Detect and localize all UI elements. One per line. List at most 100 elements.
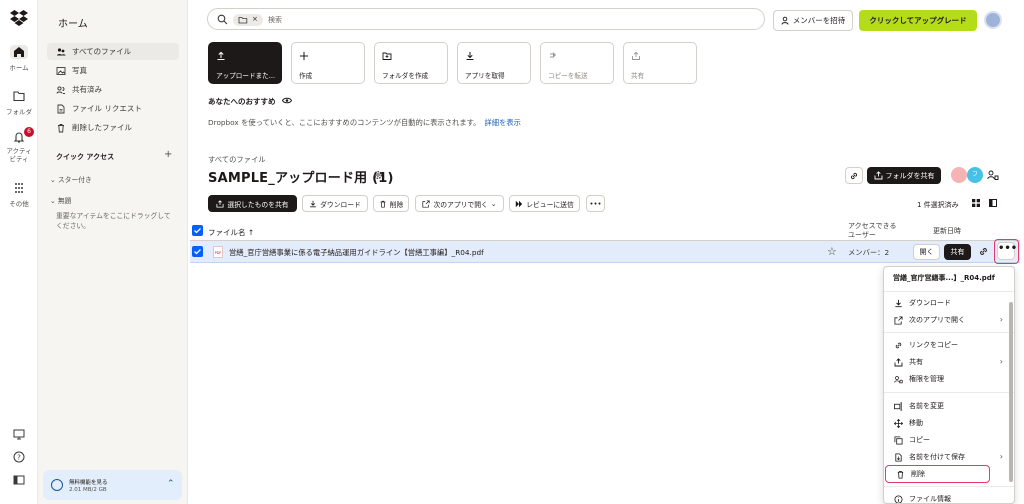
menu-item-share[interactable]: 共有 ›	[884, 354, 1009, 370]
send-review-label: レビューに送信	[526, 200, 574, 209]
open-with-button[interactable]: 次のアプリで開く ⌄	[415, 195, 504, 212]
menu-item-label: コピー	[909, 436, 930, 444]
upload-icon	[216, 51, 226, 61]
selected-count: 1 件選択済み	[917, 201, 959, 209]
gear-icon[interactable]	[373, 170, 383, 180]
sidebar-item-file-requests[interactable]: ファイル リクエスト	[47, 100, 179, 117]
menu-item-delete[interactable]: 削除	[885, 465, 990, 483]
open-external-icon	[894, 315, 903, 325]
storage-card[interactable]: 無料機能を見る 2.01 MB/2 GB ⌃	[43, 470, 182, 500]
menu-item-label: 削除	[911, 470, 925, 478]
avatar[interactable]	[984, 11, 1002, 29]
share-selected-button[interactable]: 選択したものを共有	[208, 195, 297, 212]
table-row[interactable]: PDF 営繕_官庁営繕事業に係る電子納品運用ガイドライン【営繕工事編】_R04.…	[190, 241, 1020, 263]
rail-item-activity[interactable]: 6 アクティビティ	[0, 127, 38, 163]
move-icon	[894, 418, 903, 428]
send-review-button[interactable]: レビューに送信	[509, 195, 580, 212]
menu-item-file-info[interactable]: ファイル情報	[884, 491, 1009, 503]
transfer-card[interactable]: コピーを転送	[540, 42, 614, 84]
desktop-icon[interactable]	[12, 427, 26, 441]
menu-item-download[interactable]: ダウンロード	[884, 295, 1009, 311]
review-icon	[515, 200, 523, 208]
sidebar-title: ホーム	[58, 19, 88, 30]
rail-item-home[interactable]: ホーム	[0, 45, 38, 72]
upgrade-button[interactable]: クリックしてアップグレード	[859, 10, 977, 31]
more-actions-button[interactable]: •••	[586, 195, 605, 212]
row-share-button[interactable]: 共有	[944, 244, 971, 260]
rail-label: フォルダ	[6, 108, 32, 116]
dropbox-logo[interactable]	[10, 10, 28, 28]
column-header-name[interactable]: ファイル名 ↑	[208, 227, 254, 238]
download-button[interactable]: ダウンロード	[302, 195, 368, 212]
dropbox-app: ホーム フォルダ 6 アクティビティ その他 ? ホーム すべてのファイル 写真	[0, 0, 1024, 504]
rail-label: その他	[9, 200, 29, 208]
starred-section[interactable]: ⌄ スター付き	[50, 174, 92, 184]
search-icon	[217, 14, 228, 25]
sidebar-item-all-files[interactable]: すべてのファイル	[47, 43, 179, 60]
plus-icon	[299, 51, 309, 61]
search-bar[interactable]: × 検索	[207, 8, 765, 30]
share-card[interactable]: 共有	[623, 42, 697, 84]
row-checkbox[interactable]	[192, 246, 203, 257]
sidebar-toggle-icon[interactable]	[12, 473, 26, 487]
context-menu: 営繕_官庁営繕事...】_R04.pdf ダウンロード 次のアプリで開く › リ…	[883, 266, 1015, 504]
sidebar-item-shared[interactable]: 共有済み	[47, 81, 179, 98]
select-all-checkbox[interactable]	[192, 225, 203, 236]
menu-scrollbar[interactable]	[1009, 302, 1013, 482]
untitled-section[interactable]: ⌄ 無題	[50, 195, 71, 205]
rail-item-more[interactable]: その他	[0, 181, 38, 208]
quick-access-heading: クイック アクセス	[56, 153, 115, 161]
invite-members-button[interactable]: メンバーを招待	[773, 10, 853, 31]
open-button[interactable]: 開く	[913, 244, 940, 260]
get-app-card[interactable]: アプリを取得	[457, 42, 531, 84]
folder-icon	[10, 89, 28, 103]
help-icon[interactable]: ?	[12, 450, 26, 464]
file-name[interactable]: 営繕_官庁営繕事業に係る電子納品運用ガイドライン【営繕工事編】_R04.pdf	[229, 248, 484, 258]
menu-item-save-as[interactable]: 名前を付けて保存 ›	[884, 449, 1009, 465]
menu-item-copy-link[interactable]: リンクをコピー	[884, 337, 1009, 353]
menu-item-open-with[interactable]: 次のアプリで開く ›	[884, 312, 1009, 328]
sidebar-item-deleted[interactable]: 削除したファイル	[47, 119, 179, 136]
create-card[interactable]: 作成	[291, 42, 365, 84]
column-header-updated[interactable]: 更新日時	[933, 226, 961, 236]
chevron-up-icon[interactable]: ⌃	[167, 479, 175, 489]
details-link[interactable]: 詳細を表示	[484, 118, 520, 127]
star-icon[interactable]: ☆	[827, 245, 837, 258]
menu-item-label: 次のアプリで開く	[909, 316, 965, 324]
chip-close-icon[interactable]: ×	[252, 15, 258, 23]
search-scope-chip[interactable]: ×	[233, 14, 263, 26]
more-highlight: •••	[994, 239, 1019, 264]
files-icon	[56, 47, 66, 57]
invite-label: メンバーを招待	[792, 16, 846, 25]
create-folder-card[interactable]: フォルダを作成	[374, 42, 448, 84]
share-folder-button[interactable]: フォルダを共有	[867, 167, 941, 184]
sidebar-item-label: すべてのファイル	[72, 47, 132, 56]
open-with-label: 次のアプリで開く	[433, 200, 488, 209]
search-input[interactable]: 検索	[268, 15, 282, 25]
menu-item-label: ファイル情報	[909, 495, 951, 503]
menu-item-manage-access[interactable]: 権限を管理	[884, 371, 1009, 387]
grid-view-icon[interactable]	[972, 199, 980, 207]
member-avatar[interactable]	[951, 167, 967, 183]
menu-item-label: 共有	[909, 358, 923, 366]
rail-item-folders[interactable]: フォルダ	[0, 89, 38, 116]
copy-link-button[interactable]	[845, 167, 863, 184]
upload-card[interactable]: アップロードまた...	[208, 42, 282, 84]
details-panel-icon[interactable]	[989, 199, 997, 207]
link-icon[interactable]	[978, 246, 989, 257]
recommend-text: Dropbox を使っていくと、ここにおすすめのコンテンツが自動的に表示されます…	[208, 118, 521, 128]
menu-item-rename[interactable]: 名前を変更	[884, 398, 1009, 414]
trash-icon	[56, 123, 66, 133]
sidebar-item-label: 写真	[72, 66, 87, 75]
manage-access-icon[interactable]	[987, 169, 999, 181]
menu-item-move[interactable]: 移動	[884, 415, 1009, 431]
row-more-button[interactable]: •••	[997, 242, 1017, 260]
delete-button[interactable]: 削除	[373, 195, 409, 212]
chevron-down-icon: ⌄	[50, 197, 56, 205]
member-avatar[interactable]: フ	[967, 167, 983, 183]
breadcrumb[interactable]: すべてのファイル	[208, 155, 266, 165]
sidebar-item-photos[interactable]: 写真	[47, 62, 179, 79]
eye-icon[interactable]	[282, 96, 292, 105]
menu-item-copy[interactable]: コピー	[884, 432, 1009, 448]
add-quick-access-button[interactable]: +	[164, 149, 172, 160]
